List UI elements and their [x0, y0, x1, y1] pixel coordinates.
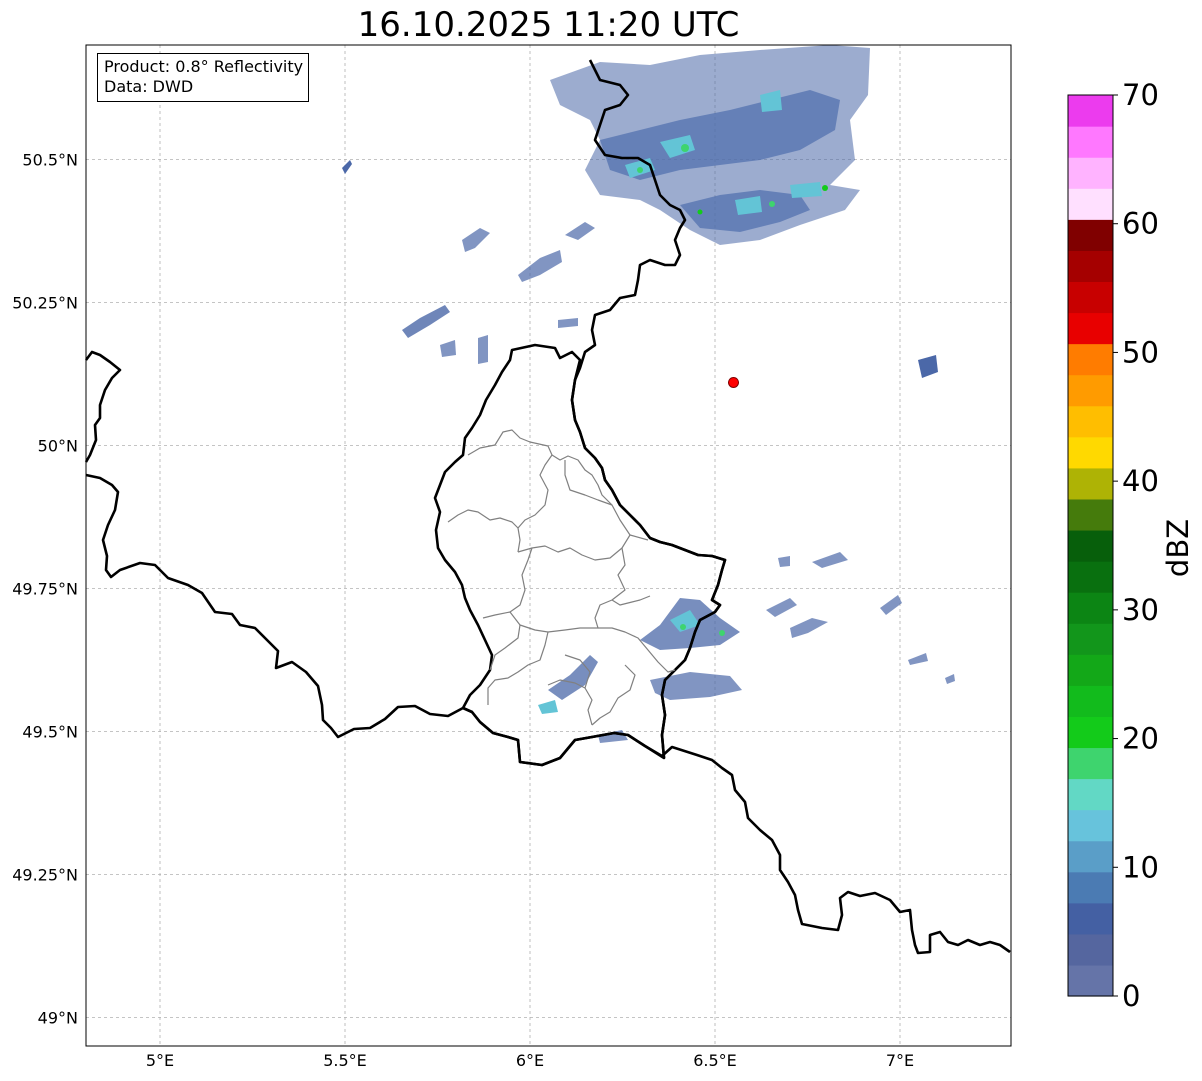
radar-map-figure: 5°E 5.5°E 6°E 6.5°E 7°E 49°N 49.25°N 49.5°N 49.… [12, 44, 1195, 1070]
colorbar-tick-label: 50 [1122, 335, 1159, 369]
colorbar-segment [1068, 250, 1113, 283]
colorbar-tick-label: 0 [1122, 979, 1140, 1013]
colorbar-tick-label: 30 [1122, 593, 1159, 627]
colorbar-segment [1068, 561, 1113, 593]
colorbar-segment [1068, 374, 1113, 407]
colorbar-segment [1068, 716, 1113, 749]
y-tick-label: 50.25°N [12, 293, 78, 312]
y-tick-label: 49.5°N [22, 722, 78, 741]
colorbar-segment [1068, 219, 1113, 251]
y-tick-label: 50°N [38, 436, 78, 455]
data-source-text: Data: DWD [104, 77, 194, 96]
x-tick-label: 5.5°E [323, 1051, 367, 1070]
colorbar-tick-label: 20 [1122, 722, 1159, 756]
x-axis-ticks: 5°E 5.5°E 6°E 6.5°E 7°E [146, 1051, 914, 1070]
colorbar-segment [1068, 312, 1113, 345]
colorbar-segment [1068, 871, 1113, 904]
y-tick-label: 49.75°N [12, 579, 78, 598]
colorbar-segment [1068, 592, 1113, 624]
colorbar-segment [1068, 467, 1113, 500]
colorbar-segment [1068, 840, 1113, 873]
colorbar-segment [1068, 902, 1113, 935]
y-tick-label: 49.25°N [12, 865, 78, 884]
product-text: Product: 0.8° Reflectivity [104, 57, 304, 76]
colorbar-tick-label: 60 [1122, 207, 1159, 241]
colorbar-segment [1068, 809, 1113, 842]
x-tick-label: 5°E [146, 1051, 174, 1070]
colorbar-segment [1068, 747, 1113, 780]
colorbar-segment [1068, 685, 1113, 717]
x-tick-label: 6°E [516, 1051, 544, 1070]
colorbar-segment [1068, 778, 1113, 811]
colorbar-segment [1068, 188, 1113, 220]
colorbar-segment [1068, 343, 1113, 376]
colorbar-segment [1068, 157, 1113, 189]
colorbar-segment [1068, 498, 1113, 531]
colorbar-segment [1068, 95, 1113, 127]
colorbar-segment [1068, 529, 1113, 562]
colorbar-segment [1068, 436, 1113, 469]
y-tick-label: 49°N [38, 1008, 78, 1027]
colorbar-segment [1068, 623, 1113, 655]
colorbar-segment [1068, 933, 1113, 966]
colorbar [1068, 95, 1113, 997]
colorbar-tick-label: 70 [1122, 78, 1159, 112]
colorbar-tick-label: 40 [1122, 464, 1159, 498]
x-tick-label: 7°E [886, 1051, 914, 1070]
colorbar-tick-label: 10 [1122, 850, 1159, 884]
map-background [86, 45, 1011, 1046]
colorbar-label: dBZ [1161, 519, 1195, 577]
colorbar-segment [1068, 654, 1113, 686]
x-tick-label: 6.5°E [693, 1051, 737, 1070]
y-tick-label: 50.5°N [22, 150, 78, 169]
y-axis-ticks: 49°N 49.25°N 49.5°N 49.75°N 50°N 50.25°N 50.5°… [12, 150, 78, 1027]
colorbar-segment [1068, 126, 1113, 158]
info-box: Product: 0.8° Reflectivity Data: DWD [97, 53, 310, 102]
radar-site-marker [728, 376, 739, 388]
colorbar-segment [1068, 405, 1113, 438]
colorbar-segment [1068, 281, 1113, 314]
colorbar-segment [1068, 964, 1113, 997]
colorbar-ticks: 0 10 20 30 40 50 60 70 [1113, 78, 1159, 1013]
